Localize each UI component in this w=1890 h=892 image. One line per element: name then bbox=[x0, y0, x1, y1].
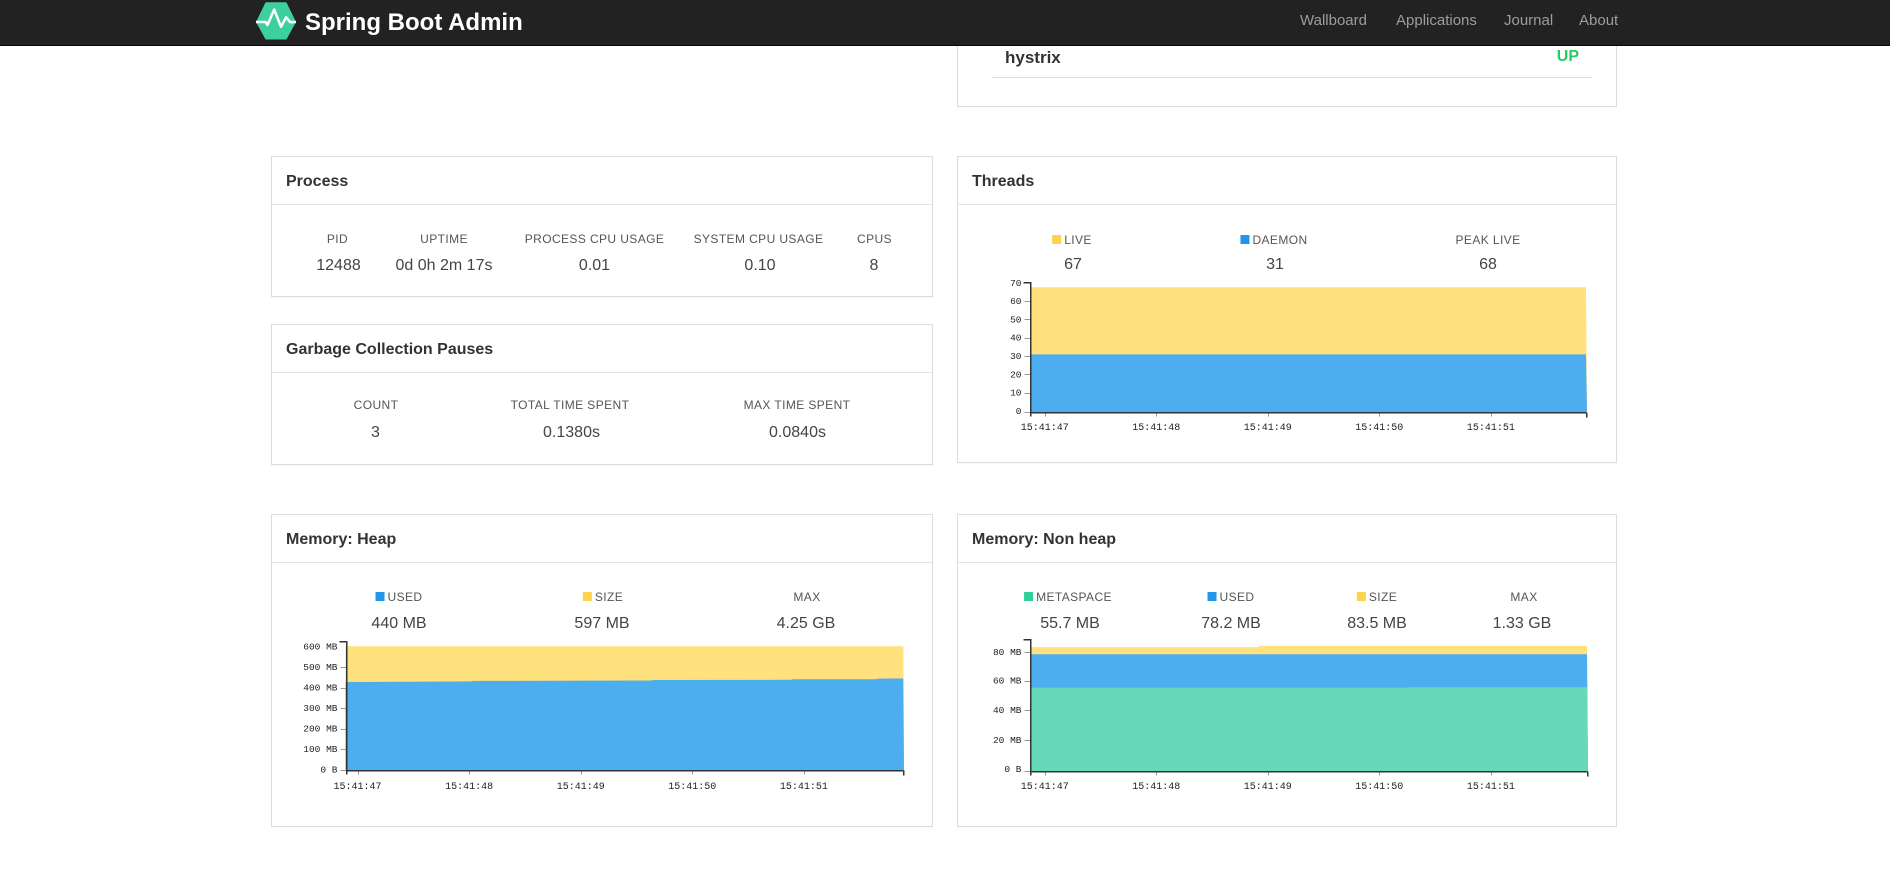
svg-text:200 MB: 200 MB bbox=[303, 724, 338, 735]
svg-text:15:41:48: 15:41:48 bbox=[1132, 782, 1180, 793]
svg-text:15:41:50: 15:41:50 bbox=[668, 782, 716, 793]
svg-text:15:41:51: 15:41:51 bbox=[1467, 782, 1515, 793]
svg-text:30: 30 bbox=[1010, 351, 1022, 362]
svg-text:60 MB: 60 MB bbox=[993, 676, 1022, 687]
svg-text:60: 60 bbox=[1010, 296, 1022, 307]
svg-text:40 MB: 40 MB bbox=[993, 705, 1022, 716]
svg-text:500 MB: 500 MB bbox=[303, 662, 338, 673]
svg-text:15:41:51: 15:41:51 bbox=[1467, 423, 1515, 434]
svg-text:0 B: 0 B bbox=[1004, 764, 1021, 775]
svg-text:15:41:51: 15:41:51 bbox=[780, 782, 828, 793]
svg-text:100 MB: 100 MB bbox=[303, 744, 338, 755]
svg-text:600 MB: 600 MB bbox=[303, 642, 338, 653]
svg-text:0 B: 0 B bbox=[320, 765, 337, 776]
svg-text:15:41:50: 15:41:50 bbox=[1355, 423, 1403, 434]
svg-text:15:41:47: 15:41:47 bbox=[1021, 423, 1069, 434]
svg-text:15:41:49: 15:41:49 bbox=[557, 782, 605, 793]
svg-text:300 MB: 300 MB bbox=[303, 703, 338, 714]
svg-text:15:41:49: 15:41:49 bbox=[1244, 782, 1292, 793]
svg-text:80 MB: 80 MB bbox=[993, 647, 1022, 658]
svg-text:0: 0 bbox=[1016, 406, 1022, 417]
svg-text:15:41:48: 15:41:48 bbox=[1132, 423, 1180, 434]
svg-text:15:41:49: 15:41:49 bbox=[1244, 423, 1292, 434]
svg-text:50: 50 bbox=[1010, 314, 1022, 325]
svg-text:15:41:50: 15:41:50 bbox=[1355, 782, 1403, 793]
svg-text:15:41:48: 15:41:48 bbox=[445, 782, 493, 793]
svg-text:20 MB: 20 MB bbox=[993, 735, 1022, 746]
svg-text:400 MB: 400 MB bbox=[303, 683, 338, 694]
svg-text:20: 20 bbox=[1010, 369, 1022, 380]
svg-text:15:41:47: 15:41:47 bbox=[333, 782, 381, 793]
svg-text:15:41:47: 15:41:47 bbox=[1021, 782, 1069, 793]
svg-text:70: 70 bbox=[1010, 278, 1022, 289]
svg-text:10: 10 bbox=[1010, 388, 1022, 399]
svg-text:40: 40 bbox=[1010, 333, 1022, 344]
